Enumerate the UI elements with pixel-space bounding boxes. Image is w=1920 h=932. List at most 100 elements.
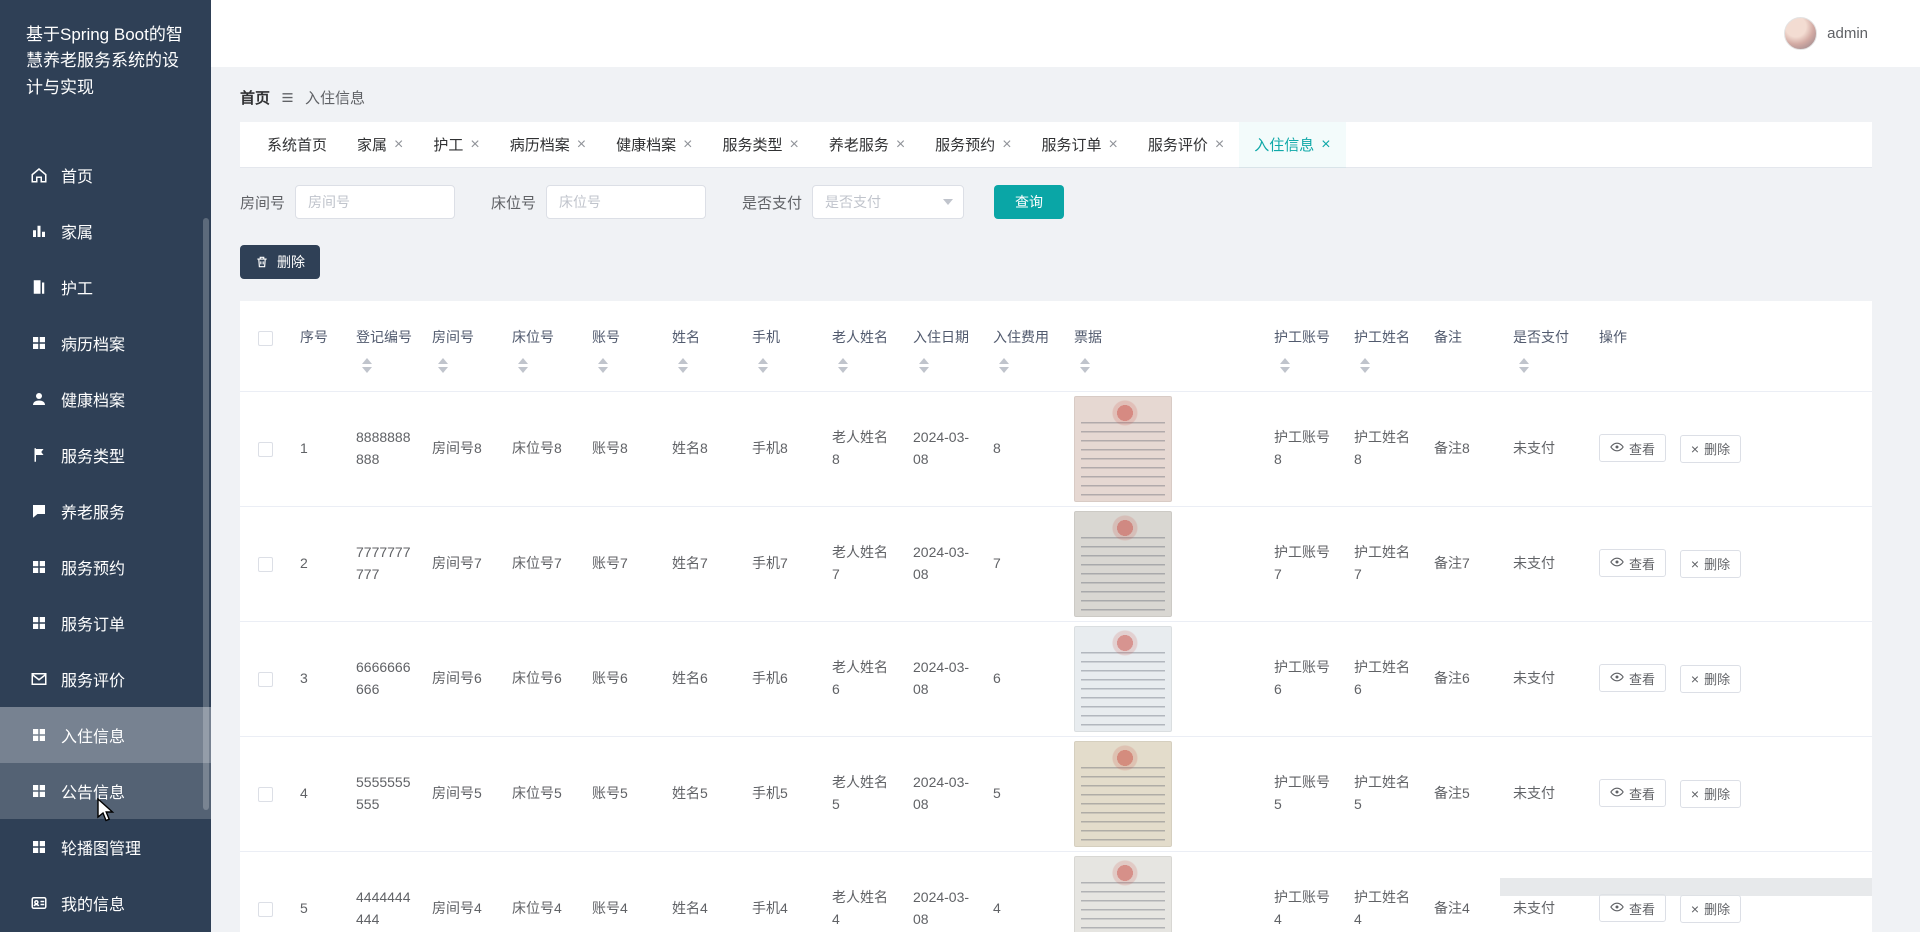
avatar[interactable] [1784,17,1817,50]
sort-desc-icon[interactable] [438,367,448,373]
sort-asc-icon[interactable] [999,358,1009,364]
bed-input[interactable] [546,185,706,219]
breadcrumb-home[interactable]: 首页 [240,87,270,108]
sort-asc-icon[interactable] [1280,358,1290,364]
bulk-delete-button[interactable]: 删除 [240,245,320,279]
column-header[interactable]: 护工账号 [1264,301,1344,391]
row-delete-button[interactable]: × 删除 [1680,780,1741,808]
column-header[interactable]: 序号 [290,301,346,391]
row-delete-button[interactable]: × 删除 [1680,895,1741,923]
tab[interactable]: 服务预约× [920,122,1026,168]
column-header[interactable]: 姓名 [662,301,742,391]
sort-desc-icon[interactable] [919,367,929,373]
sidebar-item[interactable]: 轮播图管理 [0,819,211,875]
tab-close-icon[interactable]: × [394,137,403,153]
sidebar-item[interactable]: 入住信息 [0,707,211,763]
sidebar-item[interactable]: 健康档案 [0,371,211,427]
room-input[interactable] [295,185,455,219]
tab-close-icon[interactable]: × [683,137,692,153]
tab[interactable]: 健康档案× [601,122,707,168]
row-checkbox[interactable] [258,902,273,917]
sidebar-item[interactable]: 家属 [0,203,211,259]
sort-asc-icon[interactable] [362,358,372,364]
sort-desc-icon[interactable] [758,367,768,373]
sort-desc-icon[interactable] [518,367,528,373]
receipt-image[interactable] [1074,511,1172,617]
row-delete-button[interactable]: × 删除 [1680,550,1741,578]
column-header[interactable]: 手机 [742,301,822,391]
tab-close-icon[interactable]: × [1321,137,1330,153]
sort-icons[interactable] [598,358,608,373]
view-button[interactable]: 查看 [1599,434,1666,462]
receipt-image[interactable] [1074,856,1172,932]
tab-close-icon[interactable]: × [1215,137,1224,153]
tab[interactable]: 入住信息× [1239,122,1345,168]
column-header[interactable]: 是否支付 [1503,301,1589,391]
tab[interactable]: 服务类型× [707,122,813,168]
column-header[interactable]: 登记编号 [346,301,422,391]
sort-desc-icon[interactable] [1360,367,1370,373]
sidebar-item[interactable]: 我的信息 [0,875,211,931]
sidebar-item[interactable]: 服务类型 [0,427,211,483]
sort-asc-icon[interactable] [438,358,448,364]
user-menu[interactable]: admin [1784,17,1868,50]
sort-asc-icon[interactable] [838,358,848,364]
sort-icons[interactable] [362,358,372,373]
column-header[interactable]: 入住费用 [983,301,1064,391]
horizontal-scrollbar[interactable] [1500,878,1872,896]
column-header[interactable]: 老人姓名 [822,301,903,391]
sort-asc-icon[interactable] [598,358,608,364]
view-button[interactable]: 查看 [1599,894,1666,922]
sidebar-scrollbar[interactable] [203,218,209,810]
row-checkbox[interactable] [258,442,273,457]
sidebar-item[interactable]: 公告信息 [0,763,211,819]
sidebar-item[interactable]: 护工 [0,259,211,315]
column-header[interactable]: 备注 [1424,301,1503,391]
search-button[interactable]: 查询 [994,185,1064,219]
column-header[interactable]: 操作 [1589,301,1872,391]
column-header[interactable]: 票据 [1064,301,1264,391]
pay-select[interactable]: 是否支付 [812,185,964,219]
tab[interactable]: 家属× [342,122,418,168]
tab[interactable]: 系统首页× [252,122,342,168]
sort-icons[interactable] [919,358,929,373]
receipt-image[interactable] [1074,626,1172,732]
sort-icons[interactable] [1519,358,1529,373]
sort-asc-icon[interactable] [518,358,528,364]
view-button[interactable]: 查看 [1599,779,1666,807]
sidebar-item[interactable]: 服务评价 [0,651,211,707]
sort-desc-icon[interactable] [362,367,372,373]
tab[interactable]: 病历档案× [495,122,601,168]
row-delete-button[interactable]: × 删除 [1680,435,1741,463]
row-checkbox[interactable] [258,557,273,572]
select-all-checkbox[interactable] [258,331,273,346]
sort-desc-icon[interactable] [1519,367,1529,373]
sort-desc-icon[interactable] [1080,367,1090,373]
tab-close-icon[interactable]: × [1002,137,1011,153]
sort-icons[interactable] [678,358,688,373]
column-header[interactable]: 护工姓名 [1344,301,1424,391]
tab-close-icon[interactable]: × [789,137,798,153]
sort-desc-icon[interactable] [838,367,848,373]
tab[interactable]: 服务评价× [1133,122,1239,168]
column-header[interactable]: 床位号 [502,301,582,391]
sort-icons[interactable] [1080,358,1090,373]
sidebar-item[interactable]: 病历档案 [0,315,211,371]
tab[interactable]: 养老服务× [814,122,920,168]
row-checkbox[interactable] [258,672,273,687]
sort-icons[interactable] [999,358,1009,373]
sort-icons[interactable] [438,358,448,373]
column-header[interactable]: 房间号 [422,301,502,391]
sort-asc-icon[interactable] [678,358,688,364]
sidebar-item[interactable]: 服务预约 [0,539,211,595]
sidebar-item[interactable]: 服务订单 [0,595,211,651]
tab[interactable]: 护工× [418,122,494,168]
sort-icons[interactable] [1280,358,1290,373]
sidebar-item[interactable]: 首页 [0,147,211,203]
sort-asc-icon[interactable] [758,358,768,364]
receipt-image[interactable] [1074,396,1172,502]
sort-desc-icon[interactable] [598,367,608,373]
sort-asc-icon[interactable] [919,358,929,364]
tab[interactable]: 服务订单× [1027,122,1133,168]
column-header[interactable]: 入住日期 [903,301,983,391]
